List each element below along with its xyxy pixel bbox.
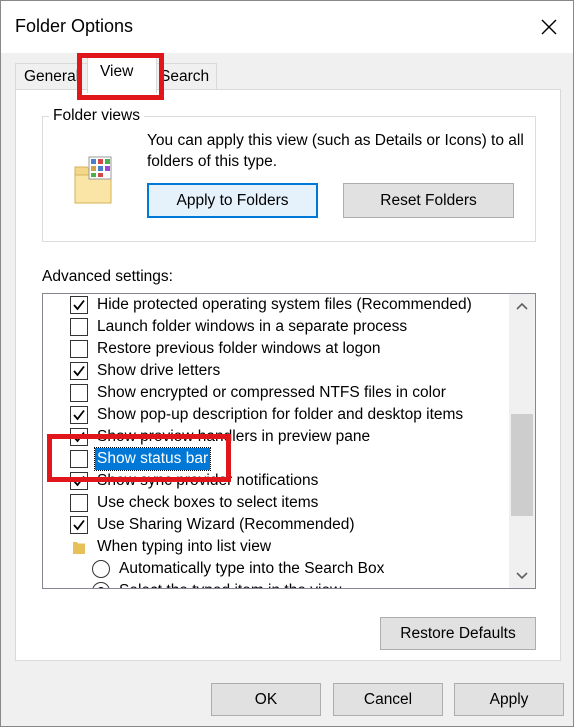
- setting-label: Use Sharing Wizard (Recommended): [97, 516, 355, 533]
- apply-button[interactable]: Apply: [454, 683, 564, 716]
- window-title: Folder Options: [15, 16, 134, 36]
- setting-use-sharing-wizard[interactable]: Use Sharing Wizard (Recommended): [43, 514, 509, 536]
- setting-label: When typing into list view: [97, 538, 272, 555]
- setting-label: Select the typed item in the view: [117, 580, 343, 588]
- setting-label: Restore previous folder windows at logon: [97, 340, 381, 357]
- checkmark-icon: [73, 365, 85, 377]
- chevron-up-icon: [516, 302, 528, 310]
- checkbox[interactable]: [70, 472, 88, 490]
- cancel-button[interactable]: Cancel: [333, 683, 443, 716]
- chevron-down-icon: [516, 572, 528, 580]
- ok-button[interactable]: OK: [211, 683, 321, 716]
- radio-dot: [97, 587, 105, 588]
- checkbox[interactable]: [70, 296, 88, 314]
- checkbox[interactable]: [70, 406, 88, 424]
- advanced-settings-list: Hide protected operating system files (R…: [42, 293, 536, 589]
- setting-show-drive-letters[interactable]: Show drive letters: [43, 360, 509, 382]
- setting-hide-protected-os-files[interactable]: Hide protected operating system files (R…: [43, 294, 509, 316]
- setting-auto-type-search-box[interactable]: Automatically type into the Search Box: [43, 558, 509, 580]
- close-icon: [541, 19, 557, 35]
- apply-to-folders-button[interactable]: Apply to Folders: [147, 183, 318, 218]
- checkbox[interactable]: [70, 516, 88, 534]
- list-scrollbar[interactable]: [509, 294, 535, 588]
- checkmark-icon: [73, 519, 85, 531]
- close-button[interactable]: [529, 9, 569, 45]
- restore-defaults-button[interactable]: Restore Defaults: [380, 617, 536, 650]
- checkbox[interactable]: [70, 340, 88, 358]
- reset-folders-button[interactable]: Reset Folders: [343, 183, 514, 218]
- setting-label: Use check boxes to select items: [97, 494, 319, 511]
- checkbox[interactable]: [70, 384, 88, 402]
- setting-select-typed-item[interactable]: Select the typed item in the view: [43, 580, 509, 588]
- folder-views-group: Folder views You can apply this view (su…: [42, 107, 536, 242]
- setting-label: Show status bar: [93, 447, 212, 471]
- folder-view-icon: [74, 156, 112, 204]
- checkbox[interactable]: [70, 450, 88, 468]
- setting-label: Show encrypted or compressed NTFS files …: [97, 384, 446, 401]
- checkbox[interactable]: [70, 362, 88, 380]
- setting-show-sync-notifications[interactable]: Show sync provider notifications: [43, 470, 509, 492]
- setting-launch-separate-process[interactable]: Launch folder windows in a separate proc…: [43, 316, 509, 338]
- checkbox[interactable]: [70, 318, 88, 336]
- folder-views-legend: Folder views: [49, 107, 144, 125]
- checkmark-icon: [73, 409, 85, 421]
- setting-show-status-bar[interactable]: Show status bar: [43, 447, 509, 471]
- setting-show-preview-handlers[interactable]: Show preview handlers in preview pane: [43, 426, 509, 448]
- title-bar: Folder Options: [1, 1, 573, 53]
- setting-label: Launch folder windows in a separate proc…: [97, 318, 408, 335]
- folder-icon: [73, 542, 85, 554]
- tab-view[interactable]: View: [87, 57, 157, 93]
- setting-restore-previous-windows[interactable]: Restore previous folder windows at logon: [43, 338, 509, 360]
- scroll-thumb[interactable]: [511, 414, 533, 516]
- setting-label: Automatically type into the Search Box: [119, 560, 385, 577]
- tab-general[interactable]: General: [15, 63, 95, 91]
- setting-show-popup-description[interactable]: Show pop-up description for folder and d…: [43, 404, 509, 426]
- view-tab-panel: Folder views You can apply this view (su…: [15, 89, 561, 661]
- setting-show-encrypted-ntfs-color[interactable]: Show encrypted or compressed NTFS files …: [43, 382, 509, 404]
- scroll-down-button[interactable]: [509, 564, 535, 588]
- radio-button[interactable]: [92, 560, 110, 578]
- checkmark-icon: [73, 431, 85, 443]
- tab-search[interactable]: Search: [151, 63, 217, 91]
- setting-label: Show drive letters: [97, 362, 221, 379]
- setting-label: Hide protected operating system files (R…: [97, 296, 472, 313]
- tab-strip: General Search View: [1, 53, 573, 93]
- checkbox[interactable]: [70, 494, 88, 512]
- setting-label: Show pop-up description for folder and d…: [97, 406, 464, 423]
- folder-options-dialog: Folder Options General Search View Folde…: [0, 0, 574, 727]
- setting-use-check-boxes[interactable]: Use check boxes to select items: [43, 492, 509, 514]
- advanced-settings-label: Advanced settings:: [42, 268, 173, 285]
- folder-views-description: You can apply this view (such as Details…: [147, 132, 524, 170]
- radio-button[interactable]: [92, 582, 110, 588]
- setting-label: Show preview handlers in preview pane: [97, 428, 371, 445]
- checkbox[interactable]: [70, 428, 88, 446]
- setting-group-typing-list-view: When typing into list view: [43, 536, 509, 558]
- checkmark-icon: [73, 299, 85, 311]
- scroll-up-button[interactable]: [509, 294, 535, 318]
- checkmark-icon: [73, 475, 85, 487]
- setting-label: Show sync provider notifications: [97, 472, 319, 489]
